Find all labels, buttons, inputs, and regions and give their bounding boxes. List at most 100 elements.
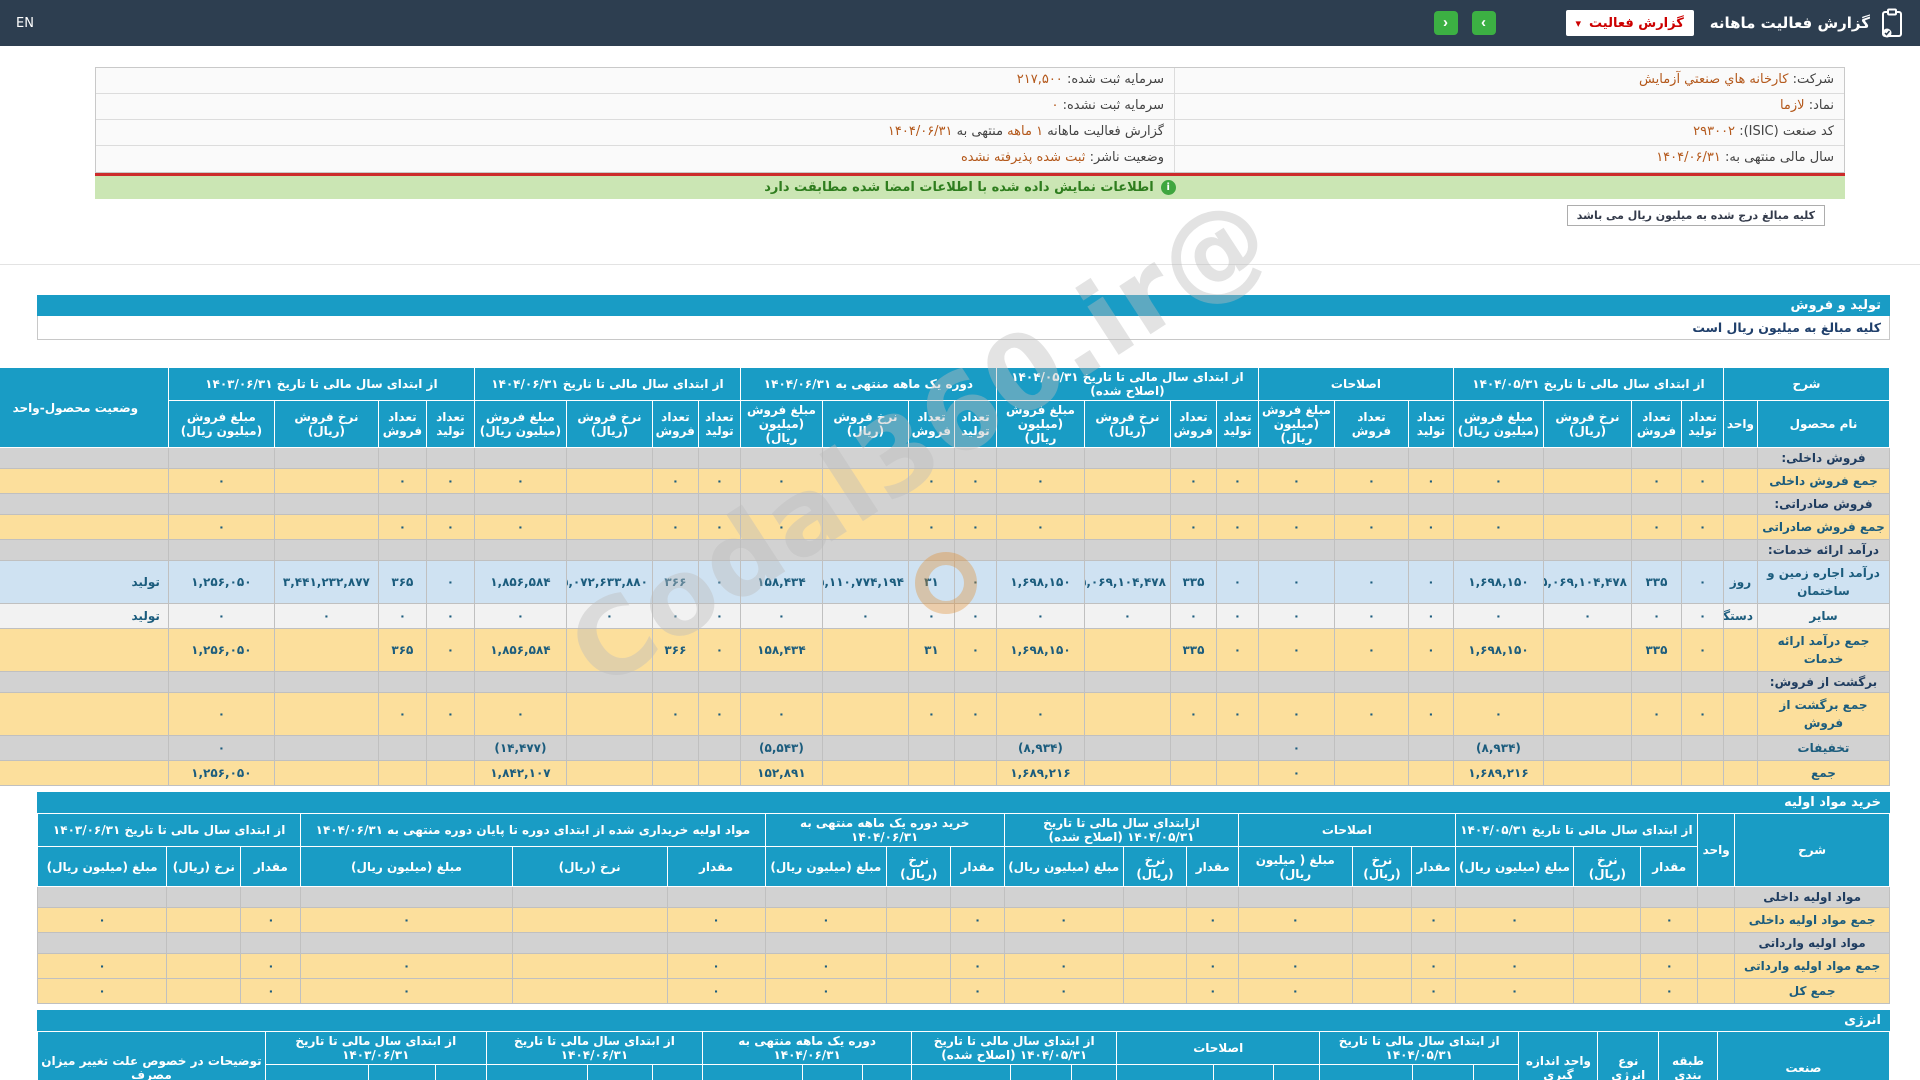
column-header	[911, 1065, 1010, 1080]
cell	[241, 887, 301, 908]
cell	[996, 672, 1084, 693]
cell: ۰	[1258, 469, 1334, 494]
cell: ۰	[1216, 561, 1258, 604]
cell	[566, 693, 652, 736]
cell: ۳۱	[908, 561, 954, 604]
cell: ۰	[1681, 561, 1723, 604]
cell: ۰	[954, 469, 996, 494]
table-row: جمع۱,۶۸۹,۲۱۶۰۱,۶۸۹,۲۱۶۱۵۲,۸۹۱۱,۸۴۲,۱۰۷۱,…	[0, 761, 1890, 786]
cell: ۰	[1455, 954, 1574, 979]
cell	[1723, 540, 1757, 561]
isic-field: کد صنعت (ISIC): ۲۹۳۰۰۲	[1174, 120, 1844, 145]
column-header: مقدار	[241, 847, 301, 887]
cell	[1216, 494, 1258, 515]
column-group-header: از ابتدای سال مالی تا تاریخ ۱۴۰۴/۰۵/۳۱ (…	[996, 368, 1258, 401]
cell	[378, 672, 426, 693]
cell	[822, 672, 908, 693]
cell	[0, 693, 168, 736]
cell	[1453, 494, 1543, 515]
cell: ۰	[1408, 561, 1453, 604]
cell	[1723, 629, 1757, 672]
company-value: کارخانه هاي صنعتي آزمایش	[1639, 72, 1788, 87]
cell: ۰	[1408, 515, 1453, 540]
cell: ۰	[301, 908, 513, 933]
cell	[566, 469, 652, 494]
cell	[474, 672, 566, 693]
column-header: نرخ (ریال)	[887, 847, 951, 887]
cell	[301, 887, 513, 908]
cell: ۰	[1187, 908, 1239, 933]
cell	[274, 736, 378, 761]
column-header: نرخ فروش (ریال)	[822, 401, 908, 448]
cell	[474, 540, 566, 561]
cell: ۰	[426, 469, 474, 494]
column-header	[703, 1065, 802, 1080]
cell	[996, 494, 1084, 515]
cell	[1574, 954, 1641, 979]
cell	[1352, 979, 1412, 1004]
column-header: نرخ (ریال)	[1123, 847, 1187, 887]
cell	[1543, 494, 1631, 515]
report-type-dropdown[interactable]: گزارش فعالیت ▾	[1566, 10, 1694, 36]
table-row: فروش صادراتی:	[0, 494, 1890, 515]
cell: ۰	[1408, 604, 1453, 629]
cell: ۰	[908, 515, 954, 540]
cell	[1543, 761, 1631, 786]
clipboard-report-icon	[1880, 8, 1904, 38]
column-header: نرخ (ریال)	[167, 847, 241, 887]
column-header: مبلغ (میلیون ریال)	[301, 847, 513, 887]
cell	[1698, 933, 1735, 954]
column-header: مبلغ (میلیون ریال)	[1455, 847, 1574, 887]
cell: ۰	[698, 469, 740, 494]
cell	[1723, 761, 1757, 786]
cell	[887, 979, 951, 1004]
isic-value: ۲۹۳۰۰۲	[1693, 124, 1735, 139]
cell	[274, 693, 378, 736]
cell	[1216, 736, 1258, 761]
cell: ۰	[954, 629, 996, 672]
cell: (۵,۵۴۳)	[740, 736, 822, 761]
cell	[652, 540, 698, 561]
cell: ۱,۶۹۸,۱۵۰	[1453, 629, 1543, 672]
cell: ۰	[378, 604, 426, 629]
next-period-button[interactable]: ›	[1472, 11, 1496, 35]
cell	[908, 761, 954, 786]
language-toggle-en[interactable]: EN	[16, 16, 34, 31]
column-header: مبلغ (میلیون ریال)	[765, 847, 887, 887]
cell: ۱۵۲,۸۹۱	[740, 761, 822, 786]
cell	[378, 761, 426, 786]
symbol-label: نماد:	[1809, 98, 1834, 113]
cell: ۰	[652, 515, 698, 540]
previous-period-button[interactable]: ‹	[1434, 11, 1458, 35]
cell	[908, 672, 954, 693]
cell: ۰	[1334, 693, 1408, 736]
column-header: مبلغ ( میلیون ریال)	[1239, 847, 1352, 887]
report-period-label: گزارش فعالیت ماهانه	[1047, 124, 1164, 139]
cell	[1408, 672, 1453, 693]
column-header	[436, 1065, 487, 1080]
cell	[1698, 979, 1735, 1004]
cell: ۰	[301, 979, 513, 1004]
column-header: مبلغ فروش (میلیون ریال)	[168, 401, 274, 448]
table-row: برگشت از فروش:	[0, 672, 1890, 693]
column-header: نرخ (ریال)	[1352, 847, 1412, 887]
cell: ۰	[1681, 604, 1723, 629]
cell: ۰	[38, 979, 167, 1004]
cell: ۰	[1004, 979, 1123, 1004]
cell	[474, 494, 566, 515]
cell	[1453, 672, 1543, 693]
table-row: مواد اولیه وارداتی	[38, 933, 1890, 954]
cell: ۰	[1334, 629, 1408, 672]
cell	[512, 933, 667, 954]
cell: ۰	[1641, 979, 1698, 1004]
column-header: تعداد فروش	[378, 401, 426, 448]
production-sales-section: تولید و فروش کلیه مبالغ به میلیون ریال ا…	[37, 295, 1890, 786]
column-header	[1473, 1065, 1519, 1080]
cell: ۰	[698, 693, 740, 736]
cell	[167, 954, 241, 979]
column-header	[1274, 1065, 1320, 1080]
cell	[822, 761, 908, 786]
cell: ۰	[378, 693, 426, 736]
cell	[1723, 672, 1757, 693]
column-header: نام محصول	[1758, 401, 1890, 448]
